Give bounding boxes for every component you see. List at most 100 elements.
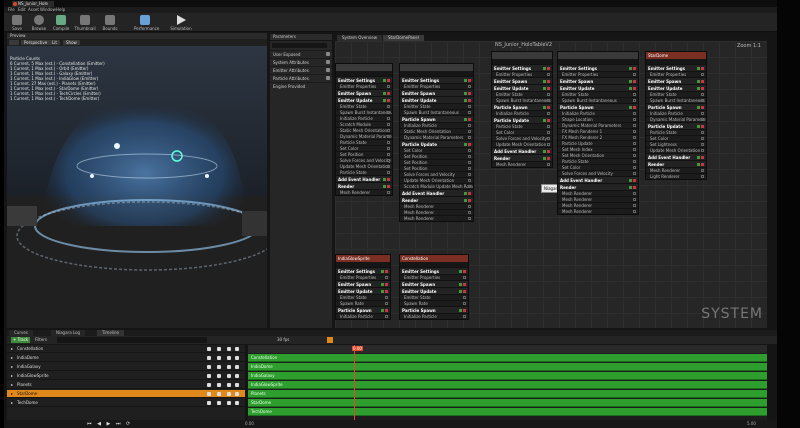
add-module-icon[interactable] <box>464 143 467 146</box>
enable-checkbox[interactable] <box>468 155 471 158</box>
add-module-icon[interactable] <box>464 92 467 95</box>
track-toggle-icon[interactable] <box>217 365 221 369</box>
stack-section[interactable]: Emitter Settings <box>336 76 392 83</box>
enable-checkbox[interactable] <box>633 73 636 76</box>
stack-section[interactable]: Emitter Settings <box>400 76 473 83</box>
emitter-node-title[interactable] <box>400 64 473 71</box>
stack-section[interactable]: Render <box>336 182 392 189</box>
stack-section[interactable]: Particle Spawn <box>646 103 706 110</box>
enable-checkbox[interactable] <box>547 137 550 140</box>
add-module-icon[interactable] <box>697 87 700 90</box>
enable-checkbox[interactable] <box>468 173 471 176</box>
stack-section[interactable]: Emitter Update <box>336 96 392 103</box>
start-time[interactable]: 0.00 <box>245 421 254 426</box>
add-module-icon[interactable] <box>383 79 386 82</box>
emitter-node[interactable]: Emitter Settings Emitter Properties Emitte… <box>399 63 474 222</box>
show-button[interactable]: Show <box>63 40 80 45</box>
enable-checkbox[interactable] <box>387 141 390 144</box>
param-user-exposed[interactable]: User Exposed <box>270 50 332 57</box>
enable-checkbox[interactable] <box>701 93 704 96</box>
emitter-timeline-bar[interactable]: IndiaDome <box>248 363 767 371</box>
track-toggle-icon[interactable] <box>207 392 211 396</box>
enable-checkbox[interactable] <box>633 166 636 169</box>
add-icon[interactable] <box>326 68 330 72</box>
performance-button[interactable]: Performance <box>134 14 159 31</box>
emitter-node-title[interactable] <box>558 52 638 59</box>
enable-checkbox[interactable] <box>387 153 390 156</box>
track-toggle-icon[interactable] <box>217 401 221 405</box>
add-icon[interactable] <box>326 52 330 56</box>
enable-checkbox[interactable] <box>468 130 471 133</box>
enable-checkbox[interactable] <box>387 129 390 132</box>
expand-icon[interactable]: ▸ <box>11 399 13 407</box>
emitter-node-title[interactable] <box>336 64 392 71</box>
emitter-timeline-bar[interactable]: Constellation <box>248 354 767 362</box>
track-toggle-icon[interactable] <box>235 392 239 396</box>
add-module-icon[interactable] <box>697 80 700 83</box>
track-toggle-icon[interactable] <box>207 383 211 387</box>
enable-checkbox[interactable] <box>387 171 390 174</box>
enable-checkbox[interactable] <box>633 204 636 207</box>
preview-viewport[interactable]: Particle Counts 6 Current, 5 Max (est.) … <box>7 46 267 328</box>
param-emitter-attributes[interactable]: Emitter Attributes <box>270 66 332 73</box>
enable-checkbox[interactable] <box>547 93 550 96</box>
add-track-button[interactable]: + Track <box>11 337 31 343</box>
add-module-icon[interactable] <box>697 156 700 159</box>
enable-checkbox[interactable] <box>701 137 704 140</box>
emitter-node[interactable]: Emitter Settings Emitter Properties Emitte… <box>491 51 553 168</box>
enable-checkbox[interactable] <box>701 112 704 115</box>
stack-section[interactable]: Emitter Spawn <box>646 77 706 84</box>
enable-checkbox[interactable] <box>468 85 471 88</box>
stack-section[interactable]: Add Event Handler <box>336 175 392 182</box>
track-row[interactable]: ▸ StarDome <box>7 390 245 398</box>
enable-checkbox[interactable] <box>387 85 390 88</box>
enable-checkbox[interactable] <box>701 175 704 178</box>
stack-section[interactable]: Particle Spawn <box>558 103 638 110</box>
track-row[interactable]: ▸ Constellation <box>7 345 245 353</box>
add-icon[interactable] <box>326 76 330 80</box>
add-module-icon[interactable] <box>464 99 467 102</box>
enable-checkbox[interactable] <box>468 124 471 127</box>
time-ruler[interactable] <box>248 345 767 353</box>
stack-section[interactable]: Particle Spawn <box>492 103 552 110</box>
enable-checkbox[interactable] <box>701 169 704 172</box>
stack-section[interactable]: Emitter Spawn <box>400 89 473 96</box>
add-module-icon[interactable] <box>383 185 386 188</box>
compile-button[interactable]: Compile <box>50 14 72 31</box>
stack-section[interactable]: Render <box>646 160 706 167</box>
track-toggle-icon[interactable] <box>207 374 211 378</box>
expand-icon[interactable]: ▸ <box>11 354 13 362</box>
track-toggle-icon[interactable] <box>217 356 221 360</box>
emitter-node-title[interactable]: StarDome <box>646 52 706 59</box>
add-module-icon[interactable] <box>543 67 546 70</box>
stack-section[interactable]: Emitter Settings <box>492 64 552 71</box>
enable-checkbox[interactable] <box>468 205 471 208</box>
fps-selector[interactable]: 30 fps <box>277 337 289 343</box>
stack-section[interactable]: Emitter Update <box>492 84 552 91</box>
enable-checkbox[interactable] <box>633 160 636 163</box>
enable-checkbox[interactable] <box>633 192 636 195</box>
parameters-header[interactable]: Parameters <box>270 34 332 40</box>
track-toggle-icon[interactable] <box>227 356 231 360</box>
stack-section[interactable]: Emitter Update <box>336 287 390 294</box>
stack-section[interactable]: Emitter Spawn <box>492 77 552 84</box>
track-toggle-icon[interactable] <box>227 383 231 387</box>
enable-checkbox[interactable] <box>633 93 636 96</box>
emitter-node[interactable]: Emitter Settings Emitter Properties Emitte… <box>557 51 639 215</box>
add-module-icon[interactable] <box>629 186 632 189</box>
enable-checkbox[interactable] <box>385 276 388 279</box>
add-module-icon[interactable] <box>381 283 384 286</box>
add-module-icon[interactable] <box>459 290 462 293</box>
enable-checkbox[interactable] <box>468 185 471 188</box>
enable-checkbox[interactable] <box>463 315 466 318</box>
enable-checkbox[interactable] <box>633 99 636 102</box>
add-module-icon[interactable] <box>697 67 700 70</box>
stack-section[interactable]: Emitter Settings <box>336 267 390 274</box>
enable-checkbox[interactable] <box>701 73 704 76</box>
stack-section[interactable]: Emitter Update <box>400 96 473 103</box>
enable-checkbox[interactable] <box>463 276 466 279</box>
enable-checkbox[interactable] <box>387 111 390 114</box>
enable-checkbox[interactable] <box>547 99 550 102</box>
add-module-icon[interactable] <box>543 157 546 160</box>
expand-icon[interactable]: ▸ <box>11 372 13 380</box>
